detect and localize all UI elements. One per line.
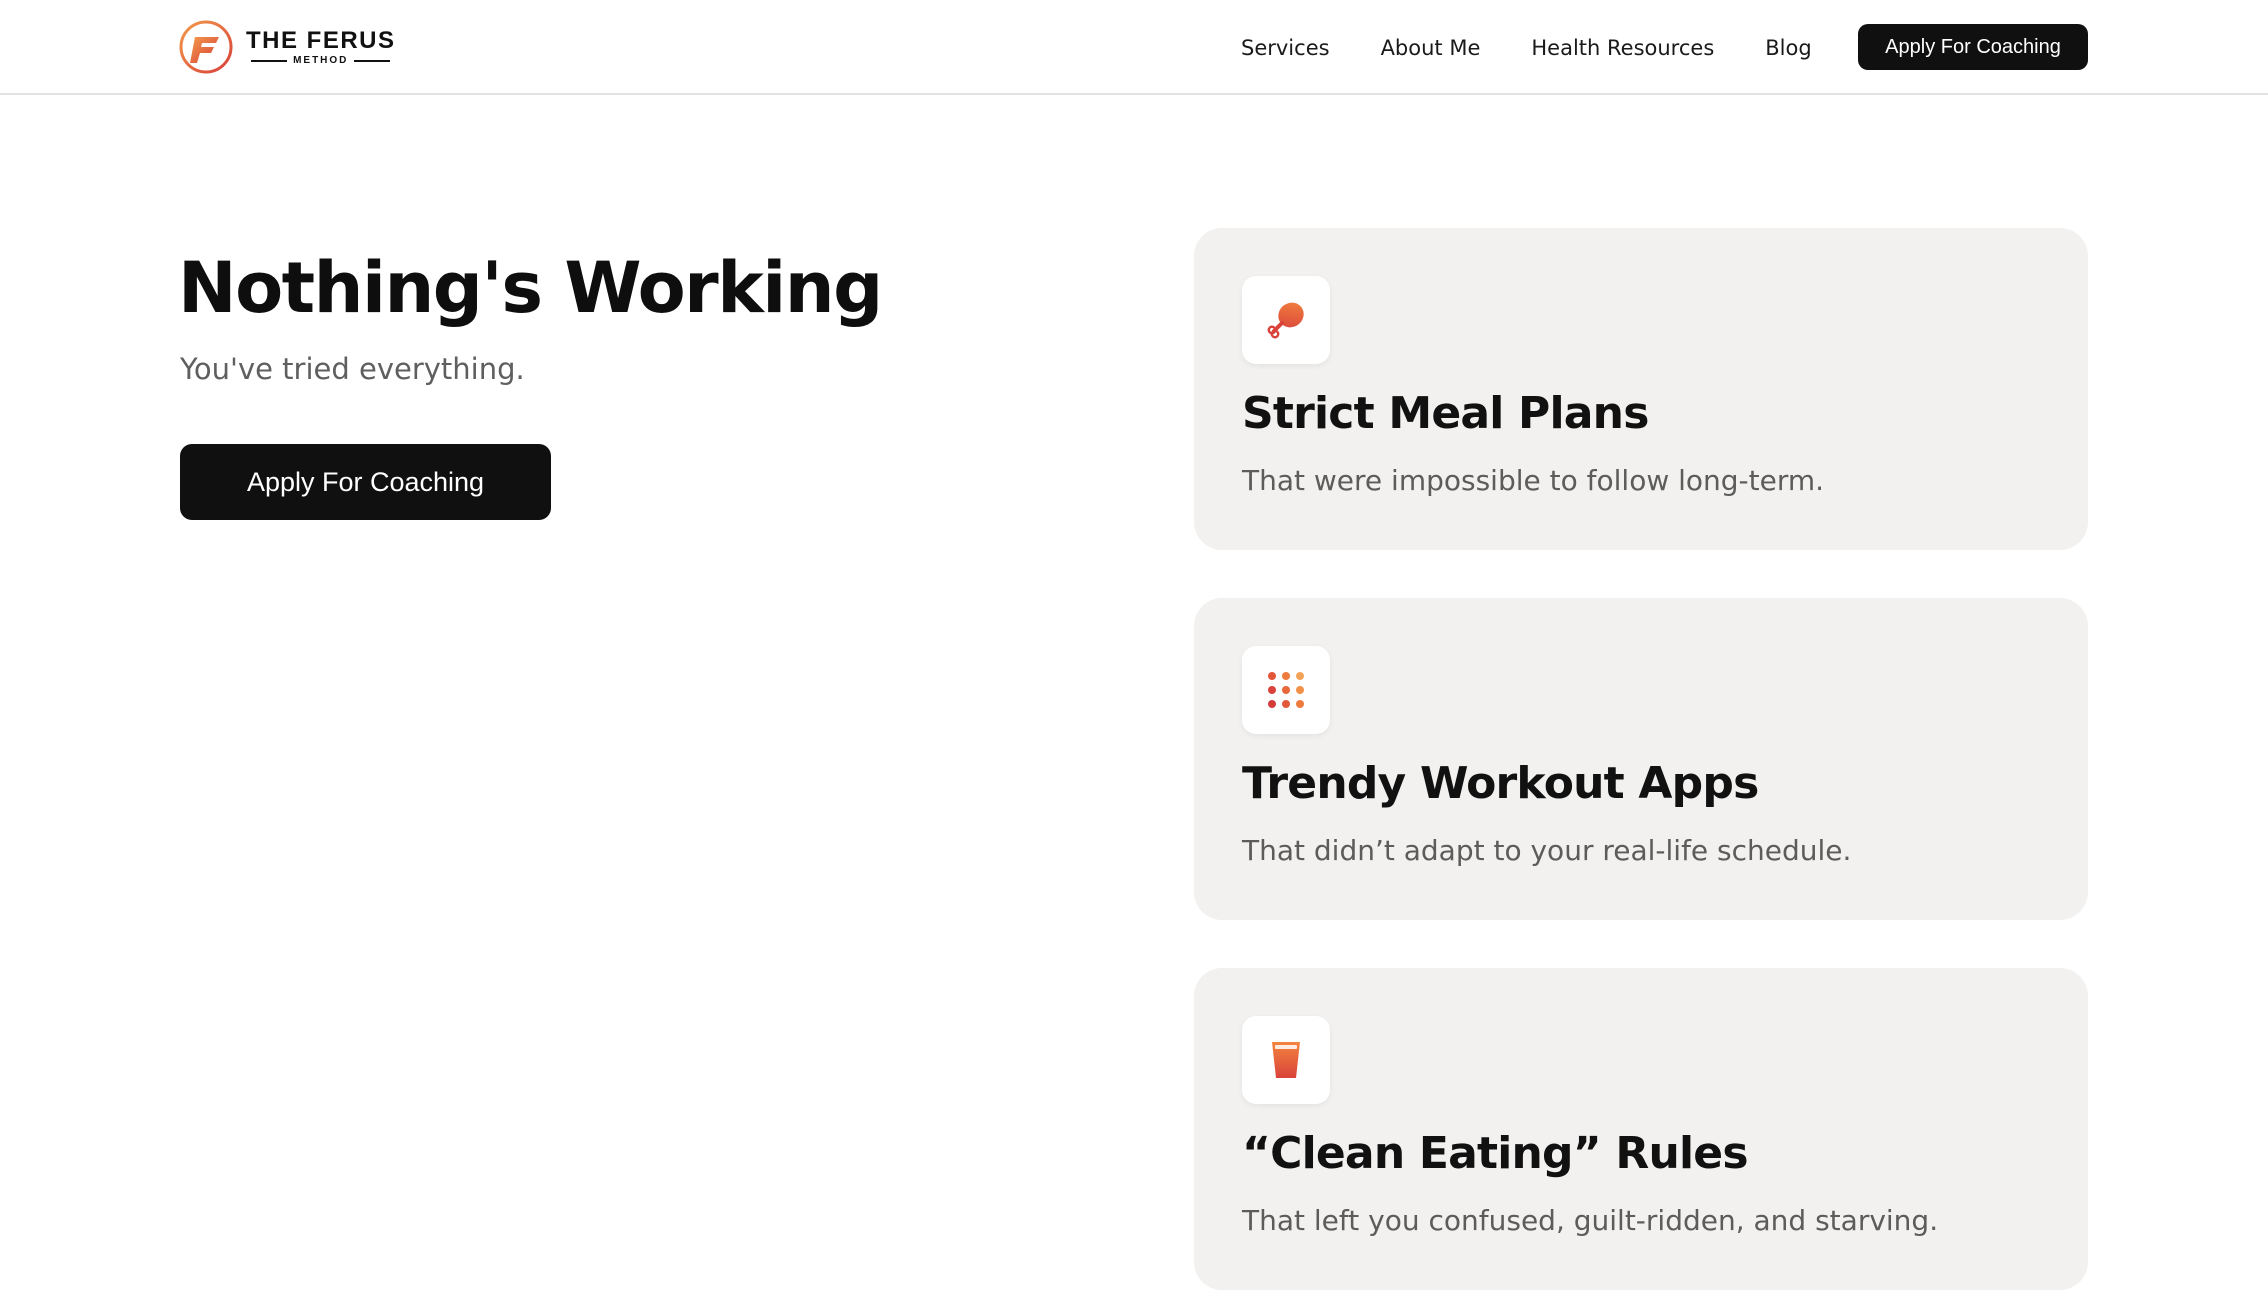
card-strict-meal-plans: Strict Meal Plans That were impossible t…	[1194, 228, 2088, 550]
nav-health-resources[interactable]: Health Resources	[1531, 36, 1714, 60]
card-title: Trendy Workout Apps	[1242, 758, 1759, 809]
card-title: “Clean Eating” Rules	[1242, 1128, 1749, 1179]
logo-title: THE FERUS	[246, 26, 396, 54]
card-clean-eating-rules: “Clean Eating” Rules That left you confu…	[1194, 968, 2088, 1290]
logo-text: THE FERUS METHOD	[246, 26, 396, 66]
card-title: Strict Meal Plans	[1242, 388, 1649, 439]
hero-apply-button[interactable]: Apply For Coaching	[180, 444, 551, 520]
card-icon-box	[1242, 646, 1330, 734]
logo-divider	[251, 59, 288, 62]
hero-subtitle: You've tried everything.	[180, 352, 525, 386]
glass-icon	[1272, 1042, 1300, 1078]
card-description: That left you confused, guilt-ridden, an…	[1242, 1204, 1939, 1237]
card-icon-box	[1242, 1016, 1330, 1104]
main-nav: Services About Me Health Resources Blog	[1241, 0, 1812, 95]
site-header: THE FERUS METHOD Services About Me Healt…	[0, 0, 2268, 95]
card-description: That were impossible to follow long-term…	[1242, 464, 1825, 497]
drumstick-icon	[1267, 302, 1304, 339]
dot-grid-icon	[1268, 672, 1304, 708]
header-apply-button[interactable]: Apply For Coaching	[1858, 24, 2088, 70]
logo-sub-row: METHOD	[251, 54, 391, 66]
card-icon-box	[1242, 276, 1330, 364]
card-trendy-workout-apps: Trendy Workout Apps That didn’t adapt to…	[1194, 598, 2088, 920]
nav-blog[interactable]: Blog	[1765, 36, 1811, 60]
card-description: That didn’t adapt to your real-life sche…	[1242, 834, 1852, 867]
hero-title: Nothing's Working	[178, 247, 883, 329]
logo-mark-icon	[179, 20, 233, 74]
logo[interactable]: THE FERUS METHOD	[178, 19, 396, 75]
logo-subtitle: METHOD	[293, 54, 349, 66]
nav-services[interactable]: Services	[1241, 36, 1330, 60]
logo-divider	[354, 59, 391, 62]
nav-about-me[interactable]: About Me	[1381, 36, 1481, 60]
